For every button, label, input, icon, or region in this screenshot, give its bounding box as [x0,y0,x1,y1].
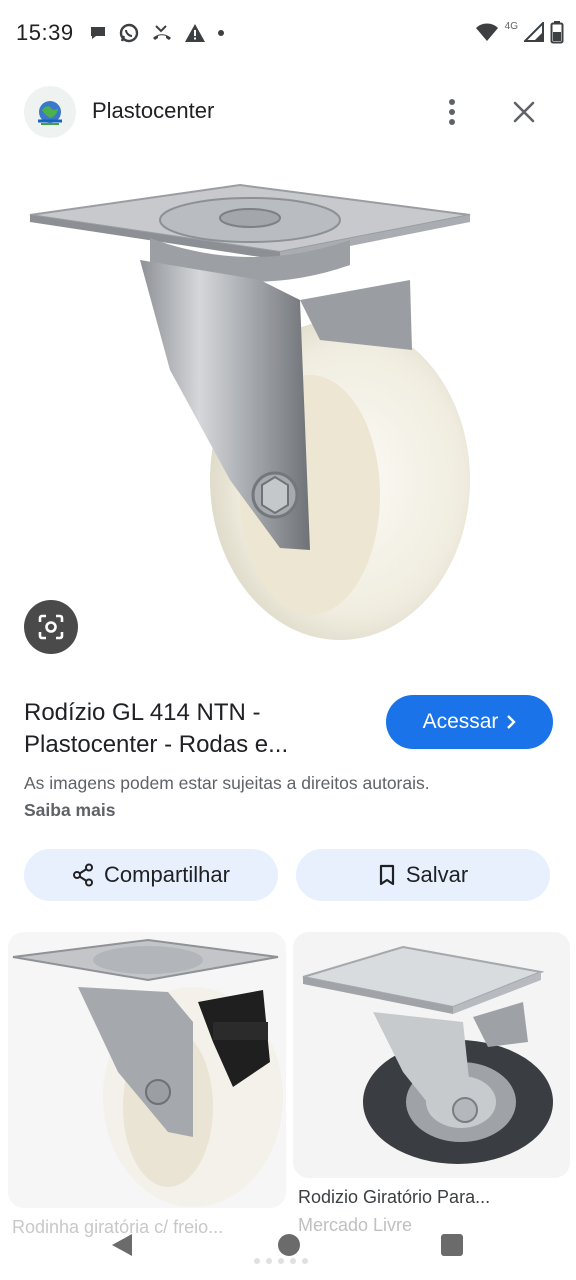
more-vert-icon[interactable] [438,92,466,132]
site-name[interactable]: Plastocenter [92,98,214,124]
lens-search-icon[interactable] [24,600,78,654]
save-label: Salvar [405,862,469,887]
notification-icons [88,20,226,46]
network-type: 4G [504,20,518,32]
chat-bubble-icon [91,27,105,39]
visit-button-label: Acessar [422,710,499,733]
page-indicator [254,1258,308,1264]
warning-icon [185,24,205,42]
related-result-card[interactable] [293,932,570,1178]
share-icon [73,863,94,887]
status-time: 15:39 [16,20,74,45]
related-result-image [293,932,570,1178]
copyright-text: As imagens podem estar sujeitas a direit… [24,773,430,793]
home-icon[interactable] [278,1234,300,1256]
share-button[interactable]: Compartilhar [24,849,278,901]
bookmark-icon [379,864,394,886]
status-bar: 15:39 4G [0,0,576,66]
wifi-icon [475,23,498,41]
system-status-icons: 4G [475,18,564,46]
main-product-image[interactable] [0,150,576,680]
result-header: Plastocenter [0,84,576,140]
share-label: Compartilhar [104,862,230,887]
related-result-image [8,932,286,1208]
dot-icon [218,30,224,36]
visit-button[interactable]: Acessar [386,695,553,749]
whatsapp-icon [119,23,139,43]
save-button[interactable]: Salvar [296,849,550,901]
signal-icon [524,22,544,42]
related-result-title[interactable]: Rodizio Giratório Para... [298,1187,490,1208]
related-result-card[interactable] [8,932,286,1208]
navigation-bar [0,1212,576,1280]
close-icon[interactable] [506,92,542,132]
missed-call-icon [153,25,171,40]
copyright-notice: As imagens podem estar sujeitas a direit… [24,770,464,824]
recent-apps-icon[interactable] [441,1234,463,1256]
chevron-right-icon [507,715,517,729]
site-logo-icon[interactable] [24,86,76,138]
learn-more-link[interactable]: Saiba mais [24,800,115,820]
battery-icon [550,21,564,44]
result-title[interactable]: Rodízio GL 414 NTN - Plastocenter - Roda… [24,697,364,761]
back-icon[interactable] [110,1232,134,1263]
